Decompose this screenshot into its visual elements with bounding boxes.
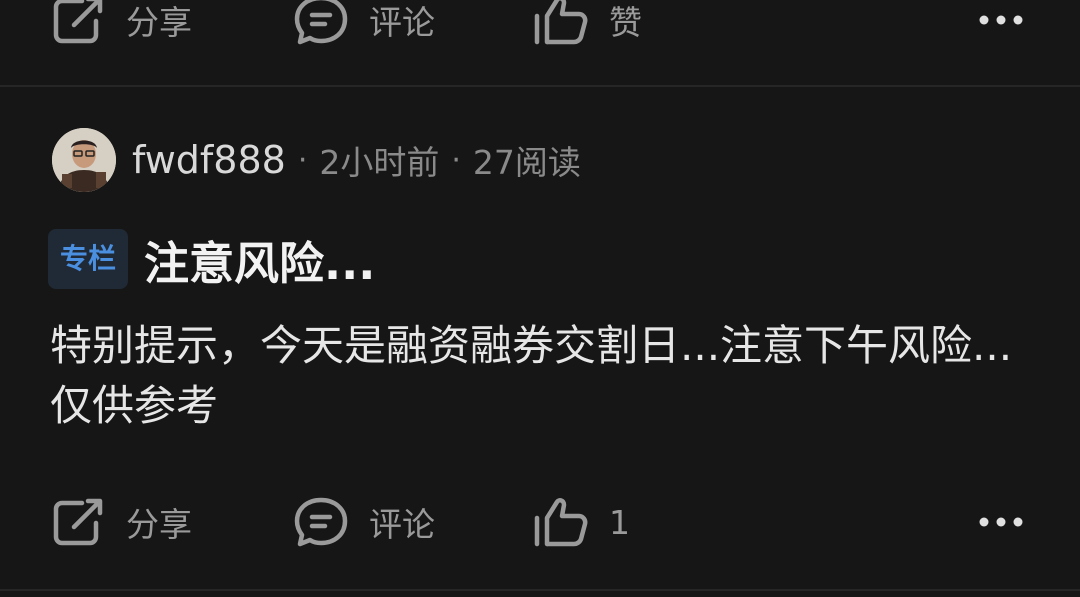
share-icon (53, 498, 103, 546)
previous-post-action-bar: 分享 评论 赞 (0, 0, 1080, 65)
avatar-image (52, 128, 116, 192)
comment-icon (294, 0, 348, 45)
share-icon (53, 0, 103, 44)
post-action-bar: 分享 评论 1 (0, 477, 1080, 567)
avatar[interactable] (52, 128, 116, 192)
column-badge: 专栏 (48, 229, 129, 289)
post-body[interactable]: 特别提示，今天是融资融券交割日...注意下午风险...仅供参考 (50, 316, 1040, 436)
like-icon (534, 0, 588, 45)
separator-dot: · (451, 142, 461, 178)
author-row: fwdf888 · 2小时前 · 27阅读 (52, 127, 581, 193)
like-icon (534, 498, 588, 547)
divider (0, 589, 1080, 591)
share-button[interactable]: 分享 (52, 495, 192, 549)
share-label: 分享 (126, 3, 192, 42)
comment-label: 评论 (369, 505, 435, 544)
more-icon (979, 517, 1023, 527)
author-name[interactable]: fwdf888 (132, 138, 286, 182)
like-button[interactable]: 1 (533, 495, 630, 549)
divider (0, 85, 1080, 87)
share-label: 分享 (126, 505, 192, 544)
like-count: 1 (609, 502, 630, 542)
comment-button[interactable]: 评论 (293, 0, 435, 47)
comment-icon (294, 497, 348, 547)
post-time: 2小时前 (319, 143, 440, 182)
feed: 分享 评论 赞 fwdf888 · 2小时前 · 27阅读 专栏 注意风险...… (0, 0, 1080, 597)
more-button[interactable] (978, 495, 1024, 549)
like-button[interactable]: 赞 (533, 0, 642, 47)
like-label: 赞 (609, 3, 642, 42)
comment-label: 评论 (369, 3, 435, 42)
comment-button[interactable]: 评论 (293, 495, 435, 549)
title-row: 专栏 注意风险... (48, 228, 375, 290)
more-button[interactable] (978, 0, 1024, 47)
share-button[interactable]: 分享 (52, 0, 192, 47)
more-icon (979, 15, 1023, 25)
separator-dot: · (297, 142, 308, 178)
post-title[interactable]: 注意风险... (144, 227, 375, 292)
read-count: 27阅读 (472, 143, 581, 182)
